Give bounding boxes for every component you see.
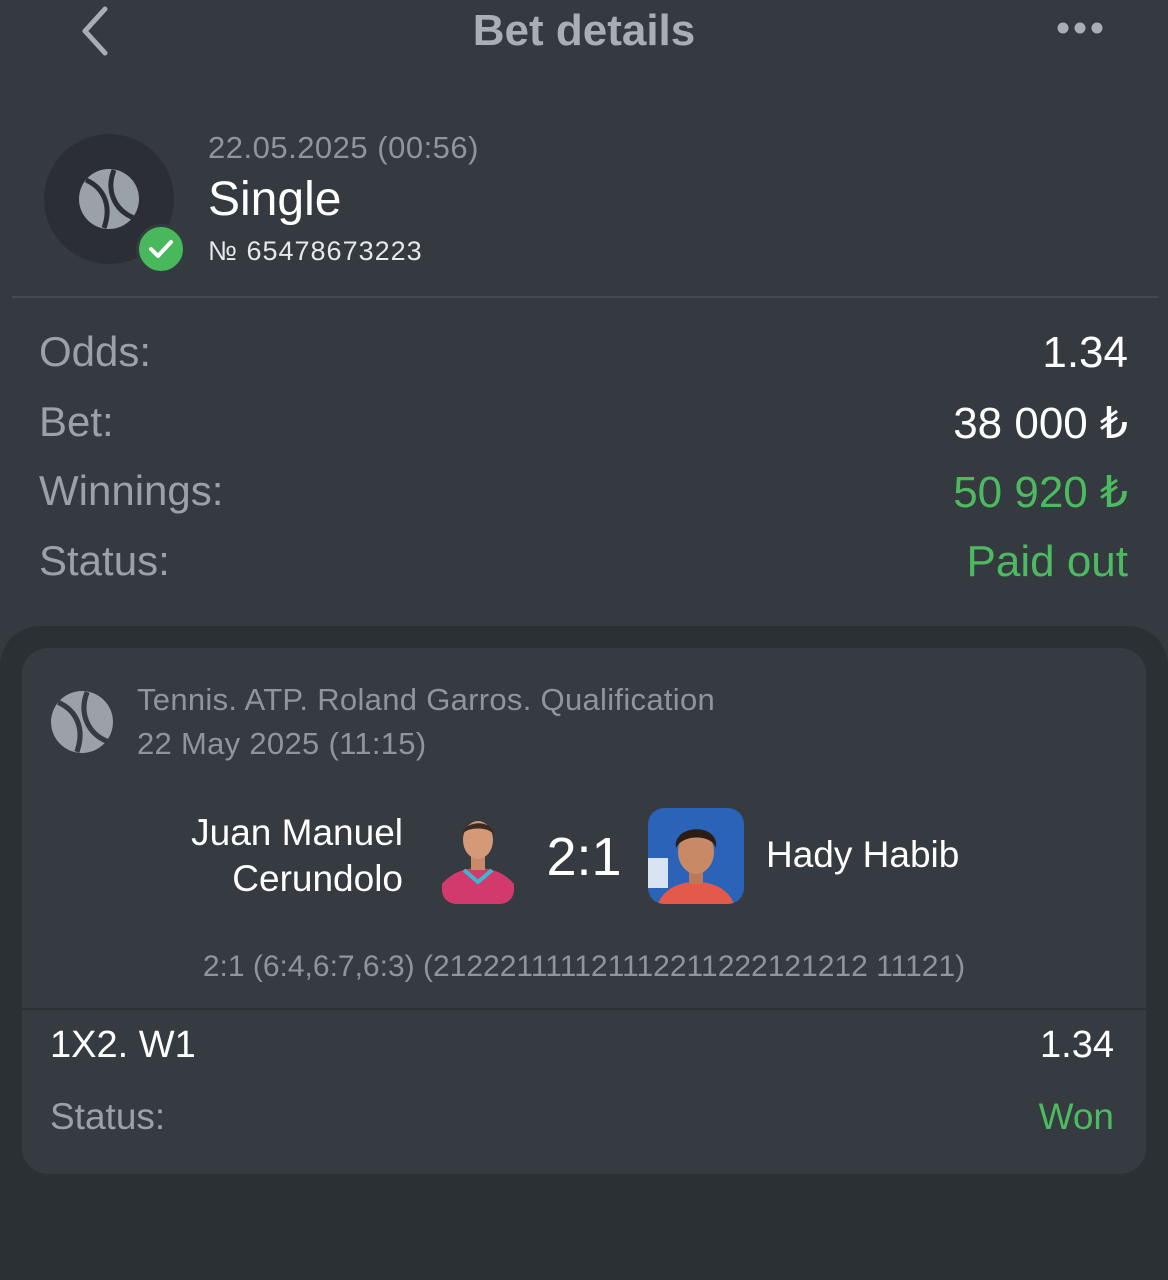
odds-row: Odds: 1.34 <box>0 318 1168 388</box>
divider <box>22 1008 1146 1010</box>
event-card[interactable]: Tennis. ATP. Roland Garros. Qualificatio… <box>22 648 1146 1174</box>
status-row: Status: Paid out <box>0 527 1168 597</box>
more-options-button[interactable] <box>1050 10 1110 46</box>
bet-amount-label: Bet: <box>39 397 114 445</box>
bet-amount-value: 38 000 ₺ <box>953 398 1128 448</box>
odds-label: Odds: <box>39 328 152 375</box>
bet-number: № 65478673223 <box>208 236 423 266</box>
bet-type: Single <box>208 173 342 226</box>
team1-avatar <box>442 808 514 904</box>
won-badge <box>136 224 186 274</box>
match-score: 2:1 <box>546 827 622 887</box>
events-section: Tennis. ATP. Roland Garros. Qualificatio… <box>0 626 1168 1280</box>
bet-date: 22.05.2025 (00:56) <box>208 130 479 165</box>
team2-name: Hady Habib <box>766 834 960 875</box>
bet-summary: 22.05.2025 (00:56) Single № 65478673223 <box>0 120 1168 300</box>
event-date: 22 May 2025 (11:15) <box>137 726 427 761</box>
winnings-row: Winnings: 50 920 ₺ <box>0 457 1168 527</box>
checkmark-icon <box>149 240 173 258</box>
event-status-value: Won <box>1038 1096 1114 1137</box>
bet-amount-row: Bet: 38 000 ₺ <box>0 388 1168 458</box>
odds-value: 1.34 <box>1042 328 1128 377</box>
team2-avatar <box>648 808 744 904</box>
divider <box>12 296 1158 298</box>
tennis-ball-icon <box>79 169 139 229</box>
event-status-label: Status: <box>50 1096 166 1137</box>
status-label: Status: <box>39 536 170 584</box>
winnings-label: Winnings: <box>39 467 224 514</box>
status-value: Paid out <box>966 536 1128 586</box>
winnings-value: 50 920 ₺ <box>953 468 1128 517</box>
bet-details-list: Odds: 1.34 Bet: 38 000 ₺ Winnings: 50 92… <box>0 318 1168 596</box>
team1-name: Juan Manuel Cerundolo <box>191 812 403 899</box>
market-odds: 1.34 <box>1040 1024 1114 1066</box>
event-tournament: Tennis. ATP. Roland Garros. Qualificatio… <box>137 682 716 717</box>
market-name: 1X2. W1 <box>50 1024 196 1066</box>
header: Bet details <box>0 0 1168 70</box>
set-scores: 2:1 (6:4,6:7,6:3) (212221111121112211222… <box>202 950 966 983</box>
page-title: Bet details <box>472 6 696 55</box>
more-dots-icon <box>1057 22 1103 34</box>
tennis-ball-icon <box>51 691 113 753</box>
